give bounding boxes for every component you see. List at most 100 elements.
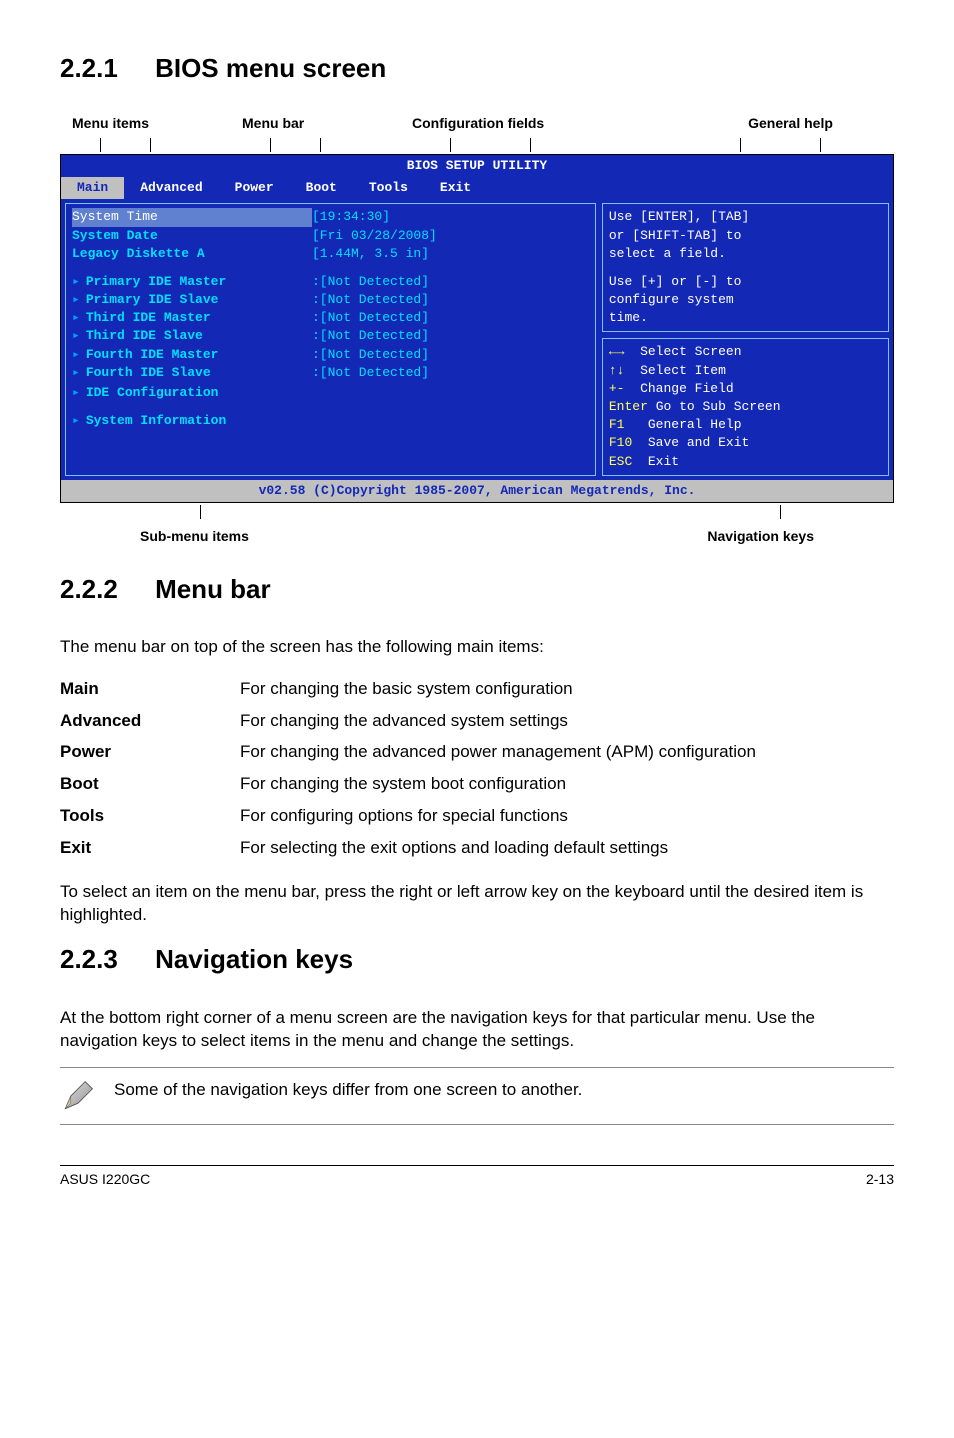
system-time-value[interactable]: [19:34:30] xyxy=(312,208,390,226)
submenu-value: :[Not Detected] xyxy=(312,364,429,382)
system-date-label[interactable]: System Date xyxy=(72,227,312,245)
nav-key-desc: General Help xyxy=(648,417,742,432)
tab-power[interactable]: Power xyxy=(219,177,290,199)
label-menu-bar: Menu bar xyxy=(242,114,412,134)
nav-key-desc: Select Screen xyxy=(640,344,741,359)
arrow-icon: ▸ xyxy=(72,292,80,307)
bios-navkeys-panel: ←→ Select Screen ↑↓ Select Item +- Chang… xyxy=(602,338,889,475)
def-val: For changing the advanced system setting… xyxy=(240,705,756,737)
def-val: For changing the advanced power manageme… xyxy=(240,736,756,768)
footer-right: 2-13 xyxy=(866,1170,894,1190)
def-key: Main xyxy=(60,673,240,705)
nav-key: ESC xyxy=(609,454,632,469)
system-time-label[interactable]: System Time xyxy=(72,208,312,226)
section-heading: 2.2.2 Menu bar xyxy=(60,571,894,607)
bios-figure: Menu items Menu bar Configuration fields… xyxy=(60,114,894,546)
submenu-label[interactable]: Primary IDE Master xyxy=(86,274,226,289)
nav-key: F10 xyxy=(609,435,632,450)
def-key: Power xyxy=(60,736,240,768)
label-submenu-items: Sub-menu items xyxy=(60,527,390,547)
page-footer: ASUS I220GC 2-13 xyxy=(60,1165,894,1190)
system-date-value[interactable]: [Fri 03/28/2008] xyxy=(312,227,437,245)
note-text: Some of the navigation keys differ from … xyxy=(114,1078,582,1102)
help-line: configure system xyxy=(609,291,882,309)
arrow-icon: ▸ xyxy=(72,274,80,289)
help-line: select a field. xyxy=(609,245,882,263)
nav-key: F1 xyxy=(609,417,625,432)
tab-advanced[interactable]: Advanced xyxy=(124,177,218,199)
legacy-diskette-label[interactable]: Legacy Diskette A xyxy=(72,245,312,263)
nav-key-desc: Change Field xyxy=(640,381,734,396)
arrow-icon: ▸ xyxy=(72,365,80,380)
submenu-value: :[Not Detected] xyxy=(312,309,429,327)
nav-key-desc: Go to Sub Screen xyxy=(656,399,781,414)
menu-bar-definitions: MainFor changing the basic system config… xyxy=(60,673,756,864)
help-line: Use [+] or [-] to xyxy=(609,273,882,291)
section-number: 2.2.1 xyxy=(60,50,118,86)
nav-key-desc: Save and Exit xyxy=(648,435,749,450)
help-line: or [SHIFT-TAB] to xyxy=(609,227,882,245)
section-title: Navigation keys xyxy=(155,944,353,974)
submenu-label[interactable]: Primary IDE Slave xyxy=(86,292,219,307)
ide-config-label[interactable]: IDE Configuration xyxy=(86,385,219,400)
tab-tools[interactable]: Tools xyxy=(353,177,424,199)
arrow-icon: ▸ xyxy=(72,413,80,428)
pencil-icon xyxy=(60,1078,96,1114)
arrow-icon: ▸ xyxy=(72,347,80,362)
def-key: Exit xyxy=(60,832,240,864)
section-heading: 2.2.1 BIOS menu screen xyxy=(60,50,894,86)
nav-keys-paragraph: At the bottom right corner of a menu scr… xyxy=(60,1006,894,1054)
label-navigation-keys: Navigation keys xyxy=(390,527,894,547)
nav-key-desc: Select Item xyxy=(640,363,726,378)
submenu-label[interactable]: Third IDE Slave xyxy=(86,328,203,343)
nav-key: ↑↓ xyxy=(609,363,625,378)
def-key: Advanced xyxy=(60,705,240,737)
note-callout: Some of the navigation keys differ from … xyxy=(60,1067,894,1125)
top-callout-ticks xyxy=(60,138,894,154)
tab-boot[interactable]: Boot xyxy=(290,177,353,199)
section-title: BIOS menu screen xyxy=(155,53,386,83)
submenu-value: :[Not Detected] xyxy=(312,291,429,309)
help-line: time. xyxy=(609,309,882,327)
arrow-icon: ▸ xyxy=(72,328,80,343)
menu-bar-intro: The menu bar on top of the screen has th… xyxy=(60,635,894,659)
nav-key-desc: Exit xyxy=(648,454,679,469)
submenu-label[interactable]: Fourth IDE Master xyxy=(86,347,219,362)
menu-bar-footnote: To select an item on the menu bar, press… xyxy=(60,880,894,928)
bios-left-panel: System Time [19:34:30] System Date [Fri … xyxy=(65,203,596,475)
nav-key: Enter xyxy=(609,399,648,414)
def-key: Boot xyxy=(60,768,240,800)
bios-title: BIOS SETUP UTILITY xyxy=(61,155,893,177)
arrow-icon: ▸ xyxy=(72,385,80,400)
def-val: For changing the basic system configurat… xyxy=(240,673,756,705)
bottom-callout-ticks xyxy=(60,503,894,519)
tab-exit[interactable]: Exit xyxy=(424,177,487,199)
bios-screen: BIOS SETUP UTILITY Main Advanced Power B… xyxy=(60,154,894,503)
help-line: Use [ENTER], [TAB] xyxy=(609,208,882,226)
submenu-value: :[Not Detected] xyxy=(312,346,429,364)
submenu-label[interactable]: Fourth IDE Slave xyxy=(86,365,211,380)
nav-key: ←→ xyxy=(609,344,625,359)
system-info-label[interactable]: System Information xyxy=(86,413,226,428)
bios-menu-bar: Main Advanced Power Boot Tools Exit xyxy=(61,177,893,199)
nav-key: +- xyxy=(609,381,625,396)
def-key: Tools xyxy=(60,800,240,832)
legacy-diskette-value[interactable]: [1.44M, 3.5 in] xyxy=(312,245,429,263)
section-heading: 2.2.3 Navigation keys xyxy=(60,941,894,977)
bios-copyright: v02.58 (C)Copyright 1985-2007, American … xyxy=(61,480,893,502)
section-number: 2.2.2 xyxy=(60,571,118,607)
submenu-label[interactable]: Third IDE Master xyxy=(86,310,211,325)
submenu-value: :[Not Detected] xyxy=(312,327,429,345)
tab-main[interactable]: Main xyxy=(61,177,124,199)
submenu-value: :[Not Detected] xyxy=(312,273,429,291)
label-menu-items: Menu items xyxy=(60,114,242,134)
footer-left: ASUS I220GC xyxy=(60,1170,150,1190)
arrow-icon: ▸ xyxy=(72,310,80,325)
label-config-fields: Configuration fields xyxy=(412,114,687,134)
section-number: 2.2.3 xyxy=(60,941,118,977)
def-val: For changing the system boot configurati… xyxy=(240,768,756,800)
label-general-help: General help xyxy=(687,114,894,134)
section-title: Menu bar xyxy=(155,574,271,604)
bios-top-labels: Menu items Menu bar Configuration fields… xyxy=(60,114,894,134)
bios-help-panel: Use [ENTER], [TAB] or [SHIFT-TAB] to sel… xyxy=(602,203,889,332)
